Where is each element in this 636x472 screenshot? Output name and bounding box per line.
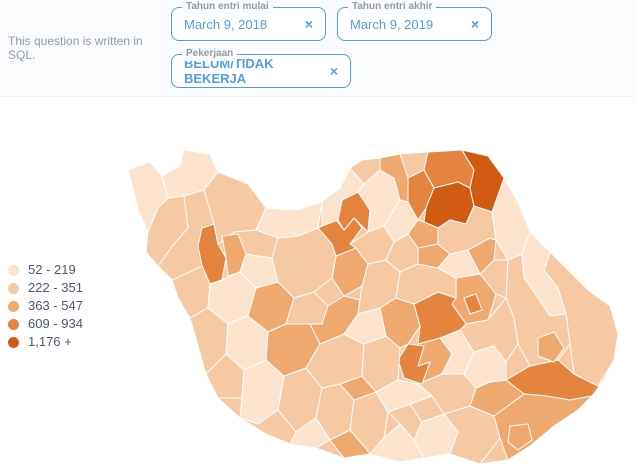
filter-occupation-label: Pekerjaan (182, 47, 238, 61)
question-description: This question is written in SQL. (8, 34, 143, 62)
legend-label: 363 - 547 (28, 298, 83, 313)
filter-end-date-value: March 9, 2019 (350, 16, 434, 32)
choropleth-map[interactable] (118, 148, 624, 466)
filter-occupation[interactable]: Pekerjaan BELUM/TIDAK BEKERJA × (171, 47, 351, 88)
legend-swatch (8, 336, 19, 348)
close-icon[interactable]: × (330, 63, 338, 79)
legend-label: 52 - 219 (28, 262, 76, 277)
legend-item: 1,176 + (8, 333, 83, 351)
legend-swatch (8, 318, 19, 330)
legend-item: 363 - 547 (8, 297, 83, 315)
legend-swatch (8, 300, 19, 312)
legend-label: 222 - 351 (28, 280, 83, 295)
legend-label: 609 - 934 (28, 316, 83, 331)
filter-end-date[interactable]: Tahun entri akhir March 9, 2019 × (337, 0, 492, 41)
filter-start-date-label: Tahun entri mulai (182, 0, 273, 14)
filter-end-date-label: Tahun entri akhir (348, 0, 437, 14)
legend-item: 52 - 219 (8, 261, 83, 279)
filter-start-date-value: March 9, 2018 (184, 16, 268, 32)
legend-label: 1,176 + (28, 334, 72, 349)
close-icon[interactable]: × (305, 16, 313, 32)
filter-start-date[interactable]: Tahun entri mulai March 9, 2018 × (171, 0, 326, 41)
legend-swatch (8, 282, 19, 294)
legend-item: 222 - 351 (8, 279, 83, 297)
legend-item: 609 - 934 (8, 315, 83, 333)
close-icon[interactable]: × (471, 16, 479, 32)
legend-swatch (8, 264, 19, 276)
filter-bar: This question is written in SQL. Tahun e… (0, 0, 636, 97)
map-legend: 52 - 219 222 - 351 363 - 547 609 - 934 1… (8, 261, 83, 351)
